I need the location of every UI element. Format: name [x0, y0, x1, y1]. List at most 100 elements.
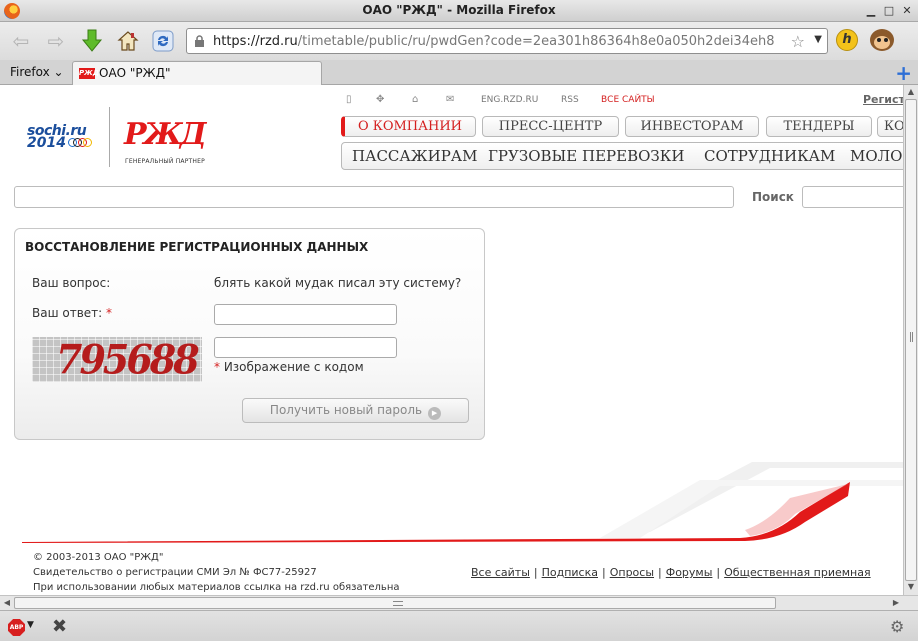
vertical-scroll-thumb[interactable] — [905, 99, 917, 581]
all-sites-link[interactable]: ВСЕ САЙТЫ — [601, 95, 655, 105]
rzd-favicon-icon: РЖД — [79, 68, 99, 79]
rss-link[interactable]: RSS — [561, 95, 579, 105]
url-text[interactable]: https://rzd.ru/timetable/public/ru/pwdGe… — [213, 34, 774, 49]
menu-passengers[interactable]: ПАССАЖИРАМ — [352, 147, 478, 165]
answer-label-row: Ваш ответ: * — [32, 306, 112, 320]
tab-label: ОАО "РЖД" — [99, 66, 171, 80]
footer-separator: | — [716, 566, 721, 579]
menu-investors[interactable]: ИНВЕСТОРАМ — [625, 116, 759, 137]
long-text-field[interactable] — [14, 186, 734, 208]
maximize-icon[interactable]: □ — [882, 4, 896, 18]
captcha-code: 795688 — [56, 337, 200, 382]
lock-icon — [195, 35, 204, 47]
rzd-logo[interactable]: РЖД — [124, 117, 207, 152]
form-title: ВОССТАНОВЛЕНИЕ РЕГИСТРАЦИОННЫХ ДАННЫХ — [25, 240, 369, 254]
home-icon[interactable] — [115, 28, 141, 54]
horizontal-scroll-thumb[interactable] — [14, 597, 776, 609]
firefox-menu-label: Firefox — [10, 65, 50, 79]
scroll-right-icon[interactable]: ▶ — [889, 596, 903, 610]
footer-link-polls[interactable]: Опросы — [610, 566, 654, 579]
recovery-form-panel: ВОССТАНОВЛЕНИЕ РЕГИСТРАЦИОННЫХ ДАННЫХ Ва… — [14, 228, 485, 440]
adblock-dropdown-icon[interactable]: ▼ — [27, 620, 34, 630]
window-titlebar: ОАО "РЖД" - Mozilla Firefox ▁ □ ✕ — [0, 0, 918, 22]
eng-site-link[interactable]: ENG.RZD.RU — [481, 95, 538, 105]
addon-status-icon[interactable]: ⚙ — [890, 617, 904, 636]
search-input[interactable] — [802, 186, 903, 208]
back-icon[interactable]: ⇦ — [8, 28, 34, 54]
mobile-icon[interactable]: ▯ — [346, 94, 352, 105]
firefox-menu-button[interactable]: Firefox ⌄ — [10, 65, 64, 79]
main-menu: ПАССАЖИРАМ ГРУЗОВЫЕ ПЕРЕВОЗКИ СОТРУДНИКА… — [341, 142, 903, 170]
greasemonkey-icon[interactable] — [868, 27, 896, 53]
footer-link-forums[interactable]: Форумы — [666, 566, 713, 579]
url-bar[interactable]: https://rzd.ru/timetable/public/ru/pwdGe… — [186, 28, 828, 54]
adblock-plus-icon[interactable]: ABP — [8, 619, 25, 636]
horizontal-scrollbar[interactable]: ◀ ▶ — [0, 595, 918, 610]
download-icon[interactable] — [79, 28, 105, 54]
answer-label: Ваш ответ: — [32, 306, 103, 320]
new-tab-icon[interactable]: + — [895, 61, 912, 85]
url-host: https://rzd.ru — [213, 34, 298, 49]
mail-icon[interactable]: ✉ — [446, 94, 454, 105]
captcha-hint-row: * Изображение с кодом — [214, 360, 364, 374]
page-content: sochi.ru 2014 РЖД ГЕНЕРАЛЬНЫЙ ПАРТНЕР ▯ … — [0, 85, 903, 595]
window-title: ОАО "РЖД" - Mozilla Firefox — [362, 3, 556, 17]
bookmark-star-icon[interactable]: ☆ — [791, 32, 805, 51]
menu-press-center[interactable]: ПРЕСС-ЦЕНТР — [482, 116, 619, 137]
footer-link-subscription[interactable]: Подписка — [542, 566, 598, 579]
footer-copyright: © 2003-2013 ОАО "РЖД" — [33, 552, 164, 563]
captcha-required-mark: * — [214, 360, 220, 374]
question-text: блять какой мудак писал эту систему? — [214, 276, 462, 290]
navigation-toolbar: ⇦ ⇨ https://rzd.ru/timetable/public/ru/p… — [0, 22, 918, 60]
required-mark: * — [106, 306, 113, 320]
footer-separator: | — [533, 566, 538, 579]
close-window-icon[interactable]: ✕ — [900, 4, 914, 18]
url-path: /timetable/public/ru/pwdGen?code=2ea301h… — [297, 34, 775, 49]
addon-h-icon[interactable]: h — [836, 29, 858, 51]
get-new-password-label: Получить новый пароль — [269, 403, 423, 417]
footer-links: Все сайты | Подписка | Опросы | Форумы | Обществ… — [471, 566, 871, 579]
rzd-logo-subtitle: ГЕНЕРАЛЬНЫЙ ПАРТНЕР — [125, 158, 205, 165]
scroll-down-icon[interactable]: ▼ — [904, 580, 918, 594]
menu-employees[interactable]: СОТРУДНИКАМ — [704, 147, 835, 165]
olympic-rings-icon — [67, 138, 92, 148]
forward-icon[interactable]: ⇨ — [43, 28, 69, 54]
footer-notice: При использовании любых материалов ссылк… — [33, 582, 400, 593]
menu-contacts[interactable]: КОНТАКТЫ — [877, 116, 903, 137]
footer-info: © 2003-2013 ОАО "РЖД" Свидетельство о ре… — [33, 550, 400, 595]
status-bar: ABP ▼ ✖ ⚙ — [0, 610, 918, 641]
footer-link-public-reception[interactable]: Общественная приемная — [724, 566, 870, 579]
home-site-icon[interactable]: ⌂ — [412, 94, 418, 105]
footer-registration: Свидетельство о регистрации СМИ Эл № ФС7… — [33, 567, 317, 578]
question-label: Ваш вопрос: — [32, 276, 111, 290]
sochi-logo-line2: 2014 — [27, 135, 66, 151]
tab-rzd[interactable]: РЖД ОАО "РЖД" — [72, 61, 322, 85]
captcha-image: 795688 — [32, 337, 202, 382]
menu-tenders[interactable]: ТЕНДЕРЫ — [766, 116, 872, 137]
vertical-scrollbar[interactable]: ▲ ▼ — [903, 85, 918, 595]
captcha-hint: Изображение с кодом — [223, 360, 364, 374]
menu-about-company[interactable]: О КОМПАНИИ — [341, 116, 476, 137]
scroll-left-icon[interactable]: ◀ — [0, 596, 14, 610]
url-dropdown-icon[interactable]: ▼ — [814, 34, 822, 45]
captcha-input[interactable] — [214, 337, 397, 358]
minimize-icon[interactable]: ▁ — [864, 4, 878, 18]
arrow-right-icon: ▶ — [428, 407, 442, 420]
reload-icon[interactable] — [150, 28, 176, 54]
logo-divider — [109, 107, 110, 167]
sitemap-icon[interactable]: ✥ — [376, 94, 384, 105]
footer-link-all-sites[interactable]: Все сайты — [471, 566, 530, 579]
register-link[interactable]: Регистрация — [863, 93, 903, 106]
get-new-password-button[interactable]: Получить новый пароль ▶ — [242, 398, 469, 423]
footer-separator: | — [602, 566, 606, 579]
tab-bar: Firefox ⌄ РЖД ОАО "РЖД" + — [0, 60, 918, 85]
search-label: Поиск — [752, 190, 794, 204]
close-tool-icon[interactable]: ✖ — [52, 616, 67, 637]
scroll-up-icon[interactable]: ▲ — [904, 85, 918, 99]
sochi-2014-logo[interactable]: sochi.ru 2014 — [27, 123, 92, 151]
menu-freight[interactable]: ГРУЗОВЫЕ ПЕРЕВОЗКИ — [488, 147, 684, 165]
answer-input[interactable] — [214, 304, 397, 325]
menu-youth[interactable]: МОЛОДЁЖИ — [850, 147, 903, 165]
rail-swoosh-decoration — [22, 462, 903, 543]
footer-separator: | — [658, 566, 662, 579]
